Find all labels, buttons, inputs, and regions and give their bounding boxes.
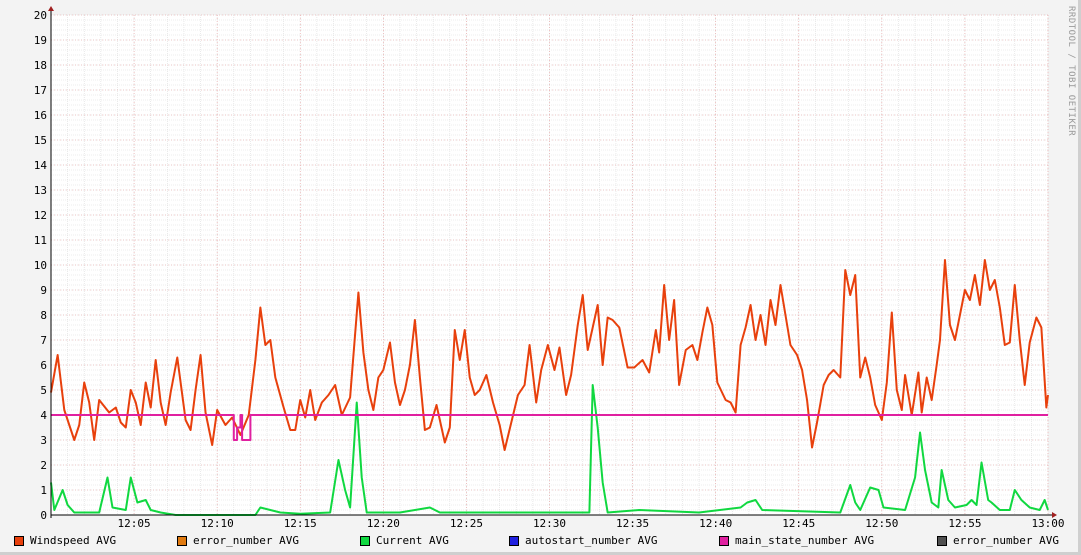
y-tick-label: 12 bbox=[34, 209, 47, 222]
y-tick-label: 1 bbox=[40, 484, 47, 497]
y-tick-label: 14 bbox=[34, 159, 48, 172]
y-tick-label: 19 bbox=[34, 34, 47, 47]
x-tick-label: 12:20 bbox=[367, 517, 400, 530]
legend-label: Current AVG bbox=[376, 534, 449, 547]
legend-item-current: Current AVG bbox=[360, 534, 449, 547]
legend: Windspeed AVG error_number AVG Current A… bbox=[0, 534, 1078, 550]
legend-item-main-state-number: main_state_number AVG bbox=[719, 534, 874, 547]
legend-swatch bbox=[177, 535, 187, 546]
y-tick-label: 2 bbox=[40, 459, 47, 472]
y-tick-label: 16 bbox=[34, 109, 47, 122]
legend-label: autostart_number AVG bbox=[525, 534, 658, 547]
legend-swatch bbox=[14, 535, 24, 546]
y-tick-label: 5 bbox=[40, 384, 47, 397]
legend-swatch bbox=[719, 535, 729, 546]
x-tick-label: 12:55 bbox=[948, 517, 981, 530]
legend-swatch bbox=[937, 535, 947, 546]
y-tick-label: 7 bbox=[40, 334, 47, 347]
y-tick-label: 10 bbox=[34, 259, 47, 272]
y-axis-arrow-icon bbox=[48, 6, 54, 11]
legend-label: Windspeed AVG bbox=[30, 534, 117, 547]
legend-item-error-number: error_number AVG bbox=[177, 534, 299, 547]
y-tick-label: 9 bbox=[40, 284, 47, 297]
x-tick-label: 12:45 bbox=[782, 517, 815, 530]
rrdtool-credit: RRDTOOL / TOBI OETIKER bbox=[1066, 6, 1076, 137]
x-tick-label: 12:25 bbox=[450, 517, 483, 530]
chart-svg: 0123456789101112131415161718192012:05 12:… bbox=[34, 6, 1065, 530]
legend-swatch bbox=[360, 535, 370, 546]
legend-item-autostart-number: autostart_number AVG bbox=[509, 534, 657, 547]
y-tick-label: 15 bbox=[34, 134, 47, 147]
legend-item-error-number-2: error_number AVG bbox=[937, 534, 1059, 547]
legend-label: main_state_number AVG bbox=[735, 534, 875, 547]
x-tick-label: 12:05 bbox=[118, 517, 151, 530]
x-tick-label: 12:40 bbox=[699, 517, 732, 530]
y-tick-label: 0 bbox=[40, 509, 47, 522]
y-tick-label: 20 bbox=[34, 9, 47, 22]
x-tick-label: 12:35 bbox=[616, 517, 649, 530]
rrd-graph: 0 1 2 3 4 5 6 7 8 9 10 11 12 13 14 15 16 17 18 19 20 12:05 12:… bbox=[0, 0, 1081, 555]
x-tick-label: 12:30 bbox=[533, 517, 566, 530]
y-tick-label: 17 bbox=[34, 84, 47, 97]
x-tick-label: 13:00 bbox=[1031, 517, 1064, 530]
legend-swatch bbox=[509, 535, 519, 546]
legend-label: error_number AVG bbox=[953, 534, 1059, 547]
x-tick-label: 12:50 bbox=[865, 517, 898, 530]
y-tick-label: 18 bbox=[34, 59, 47, 72]
y-tick-label: 11 bbox=[34, 234, 47, 247]
legend-item-windspeed: Windspeed AVG bbox=[14, 534, 116, 547]
y-tick-label: 8 bbox=[40, 309, 47, 322]
y-tick-label: 13 bbox=[34, 184, 47, 197]
y-tick-label: 4 bbox=[40, 409, 47, 422]
x-tick-label: 12:15 bbox=[284, 517, 317, 530]
y-tick-label: 3 bbox=[40, 434, 47, 447]
legend-label: error_number AVG bbox=[193, 534, 299, 547]
y-tick-label: 6 bbox=[40, 359, 47, 372]
x-tick-label: 12:10 bbox=[201, 517, 234, 530]
